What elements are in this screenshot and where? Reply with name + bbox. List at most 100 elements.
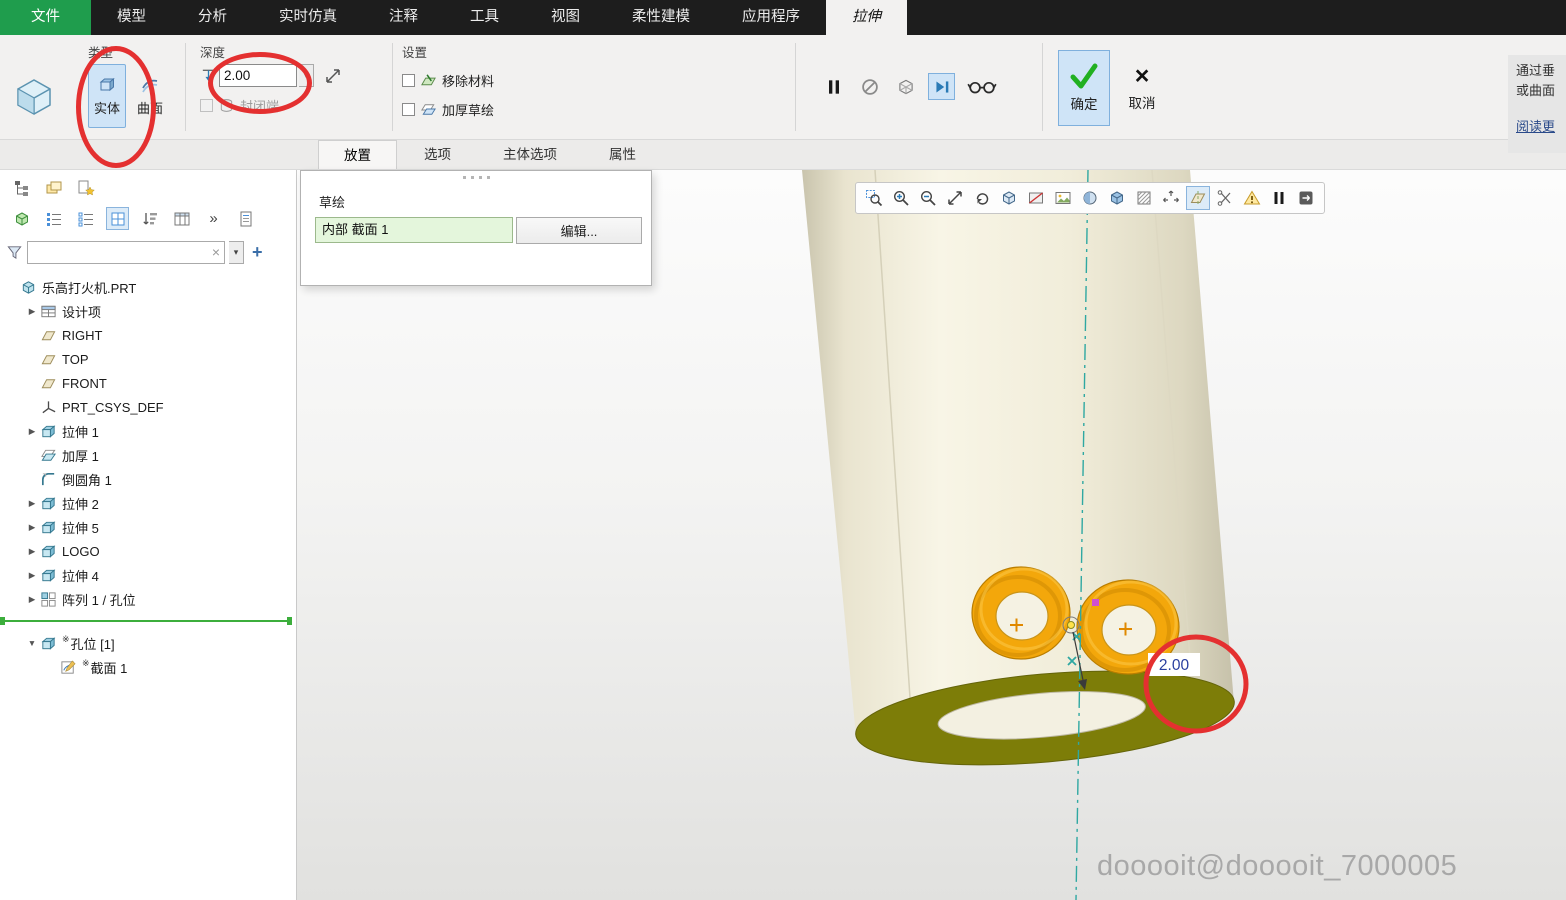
menubar-item-8[interactable]: 应用程序: [716, 0, 826, 35]
tree-item-6[interactable]: ▶拉伸 1: [0, 419, 296, 443]
flip-direction-icon[interactable]: [323, 66, 343, 86]
menubar-item-6[interactable]: 视图: [525, 0, 606, 35]
tree-options-button[interactable]: [74, 176, 97, 199]
confirm-button[interactable]: 确定: [1058, 50, 1110, 126]
menubar-item-0[interactable]: 文件: [0, 0, 91, 35]
show-items-button[interactable]: [10, 207, 33, 230]
depth-type-icon[interactable]: [200, 67, 217, 84]
expand-icon[interactable]: ▶: [24, 594, 40, 605]
tree-item-13[interactable]: ▶阵列 1 / 孔位: [0, 587, 296, 611]
remove-material-checkbox[interactable]: 移除材料: [402, 71, 494, 90]
exit-graphics-button[interactable]: [1294, 186, 1318, 210]
dashboard-tab-2[interactable]: 主体选项: [478, 140, 582, 169]
expand-icon[interactable]: ▶: [24, 546, 40, 557]
tree-item-15[interactable]: ▼※孔位 [1]: [0, 631, 296, 655]
read-more-link[interactable]: 阅读更: [1516, 117, 1566, 137]
menubar-item-2[interactable]: 分析: [172, 0, 253, 35]
tree-item-12[interactable]: ▶拉伸 4: [0, 563, 296, 587]
drag-handle-point[interactable]: [1092, 599, 1099, 606]
sketch-origin-point[interactable]: [1068, 622, 1075, 629]
menubar-item-5[interactable]: 工具: [444, 0, 525, 35]
edit-button[interactable]: 编辑...: [516, 217, 642, 244]
capped-ends-checkbox[interactable]: 封闭端: [200, 96, 343, 115]
menubar-item-7[interactable]: 柔性建模: [606, 0, 716, 35]
sketch-collector[interactable]: 内部 截面 1: [315, 217, 513, 243]
expand-icon[interactable]: ▶: [24, 306, 40, 317]
dashboard-tab-1[interactable]: 选项: [399, 140, 476, 169]
expand-all-button[interactable]: [74, 207, 97, 230]
zoom-in-button[interactable]: [889, 186, 913, 210]
tree-item-2[interactable]: RIGHT: [0, 323, 296, 347]
no-preview-button[interactable]: [856, 73, 883, 100]
attached-preview-button[interactable]: [928, 73, 955, 100]
pause-graphics-button[interactable]: [1267, 186, 1291, 210]
tree-item-1[interactable]: ▶设计项: [0, 299, 296, 323]
clear-search-icon[interactable]: ×: [212, 243, 220, 261]
tree-item-0[interactable]: 乐高打火机.PRT: [0, 275, 296, 299]
dashboard-tab-0[interactable]: 放置: [318, 140, 397, 169]
thicken-sketch-checkbox[interactable]: 加厚草绘: [402, 100, 494, 119]
settings-group-label: 设置: [402, 42, 494, 61]
solid-button[interactable]: 实体: [88, 64, 126, 128]
insertion-locator[interactable]: [2, 620, 290, 622]
capture-image-button[interactable]: [1051, 186, 1075, 210]
search-dropdown-button[interactable]: ▾: [229, 241, 244, 264]
tree-item-11[interactable]: ▶LOGO: [0, 539, 296, 563]
tree-item-16[interactable]: ※截面 1: [0, 655, 296, 679]
expand-icon[interactable]: ▶: [24, 498, 40, 509]
tree-item-8[interactable]: 倒圆角 1: [0, 467, 296, 491]
repaint-button[interactable]: [970, 186, 994, 210]
tree-columns-button[interactable]: [170, 207, 193, 230]
model-tree-toggle-button[interactable]: [10, 176, 33, 199]
expand-icon[interactable]: ▶: [24, 570, 40, 581]
verify-glasses-button[interactable]: [964, 73, 1000, 100]
tree-item-3[interactable]: TOP: [0, 347, 296, 371]
expand-icon[interactable]: ▶: [24, 426, 40, 437]
add-filter-button[interactable]: +: [248, 242, 267, 263]
tree-item-label: 倒圆角 1: [62, 470, 112, 489]
pause-button[interactable]: [820, 73, 847, 100]
zoom-region-button[interactable]: [862, 186, 886, 210]
section-button[interactable]: [1024, 186, 1048, 210]
menubar-item-3[interactable]: 实时仿真: [253, 0, 363, 35]
tree-filter-row: × ▾ +: [0, 232, 296, 270]
tree-item-7[interactable]: 加厚 1: [0, 443, 296, 467]
dashboard-tab-3[interactable]: 属性: [584, 140, 661, 169]
zoom-out-button[interactable]: [916, 186, 940, 210]
surface-button[interactable]: 曲面: [131, 64, 169, 128]
tree-item-10[interactable]: ▶拉伸 5: [0, 515, 296, 539]
tree-item-9[interactable]: ▶拉伸 2: [0, 491, 296, 515]
tree-info-button[interactable]: [234, 207, 257, 230]
datum-display-button[interactable]: [1186, 186, 1210, 210]
shaded-view-button[interactable]: [1105, 186, 1129, 210]
depth-dropdown-button[interactable]: ▾: [299, 64, 314, 87]
collapse-icon[interactable]: ▼: [24, 638, 40, 648]
tree-item-5[interactable]: PRT_CSYS_DEF: [0, 395, 296, 419]
menubar-item-4[interactable]: 注释: [363, 0, 444, 35]
sort-filter-button[interactable]: [138, 207, 161, 230]
more-tools-button[interactable]: »: [202, 207, 225, 230]
layer-tree-button[interactable]: [42, 176, 65, 199]
warning-display-button[interactable]: [1240, 186, 1264, 210]
wireframe-preview-button[interactable]: [892, 73, 919, 100]
refit-button[interactable]: [943, 186, 967, 210]
hatch-section-button[interactable]: [1132, 186, 1156, 210]
appearance-button[interactable]: [1078, 186, 1102, 210]
cancel-button[interactable]: × 取消: [1116, 50, 1168, 126]
depth-input[interactable]: [219, 64, 297, 87]
tree-grid-view-button[interactable]: [106, 207, 129, 230]
expand-icon[interactable]: ▶: [24, 522, 40, 533]
explode-view-button[interactable]: [1159, 186, 1183, 210]
trim-axes-button[interactable]: [1213, 186, 1237, 210]
collapse-all-button[interactable]: [42, 207, 65, 230]
menubar-item-9[interactable]: 拉伸: [826, 0, 907, 35]
panel-drag-handle[interactable]: [301, 171, 651, 179]
tree-item-4[interactable]: FRONT: [0, 371, 296, 395]
menubar-item-1[interactable]: 模型: [91, 0, 172, 35]
tree-search-input[interactable]: [27, 241, 225, 264]
display-style-button[interactable]: [997, 186, 1021, 210]
dimension-value[interactable]: 2.00: [1159, 657, 1190, 674]
pattern-icon: [40, 591, 57, 608]
check-icon: [1069, 63, 1099, 89]
boss-ring-left[interactable]: [972, 567, 1070, 659]
